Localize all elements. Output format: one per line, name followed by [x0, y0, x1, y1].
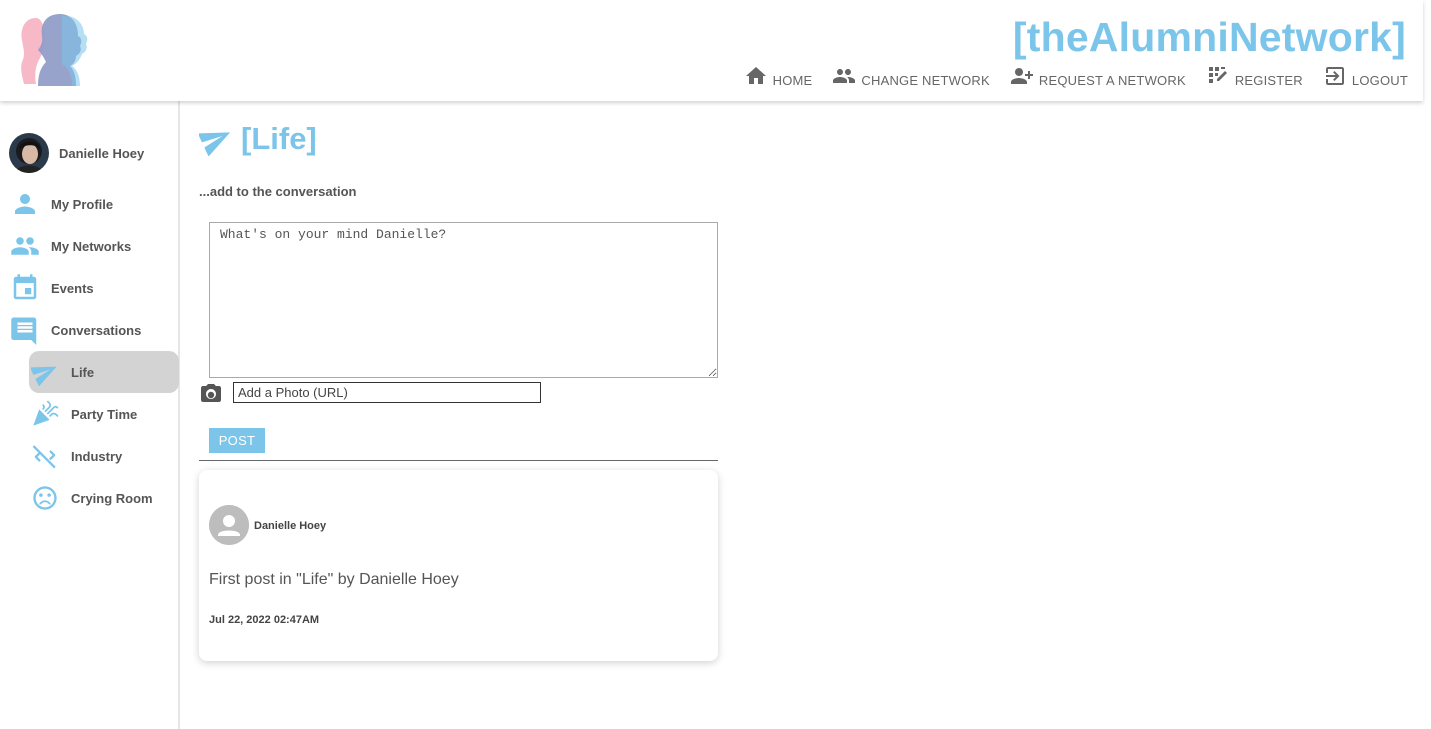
nav-logout[interactable]: LOGOUT — [1323, 64, 1408, 88]
chat-icon — [11, 317, 37, 345]
post-card: Danielle Hoey First post in "Life" by Da… — [199, 470, 718, 661]
sidebar: Danielle Hoey My Profile My Networks Eve… — [0, 101, 180, 729]
header: [theAlumniNetwork] HOME CHANGE NETWORK R… — [0, 0, 1423, 101]
send-icon — [199, 132, 231, 156]
nav-logout-label: LOGOUT — [1351, 73, 1408, 88]
no-tools-icon — [32, 445, 56, 469]
register-icon — [1208, 67, 1227, 83]
people-icon — [833, 69, 856, 83]
celebration-icon — [33, 400, 59, 426]
avatar-placeholder-icon[interactable] — [209, 505, 249, 545]
post-date: Jul 22, 2022 02:47AM — [209, 614, 320, 626]
photo-url-input[interactable] — [233, 382, 541, 403]
sidebar-subitem-label: Party Time — [71, 406, 138, 422]
sidebar-subitem-party-time[interactable]: Party Time — [29, 393, 179, 435]
post-author[interactable]: Danielle Hoey — [254, 520, 326, 532]
sad-face-icon — [33, 486, 57, 510]
nav-home[interactable]: HOME — [744, 64, 813, 88]
person-add-icon — [1010, 68, 1033, 84]
person-icon — [15, 194, 35, 214]
divider — [199, 460, 718, 461]
post-text: First post in "Life" by Danielle Hoey — [209, 571, 459, 588]
sidebar-item-label: Events — [51, 280, 94, 296]
compose-subtitle: ...add to the conversation — [199, 184, 357, 199]
sidebar-item-events[interactable]: Events — [10, 273, 94, 303]
logout-icon — [1325, 67, 1344, 85]
sidebar-subitem-industry[interactable]: Industry — [29, 435, 179, 477]
nav-request-network-label: REQUEST A NETWORK — [1038, 73, 1186, 88]
sidebar-item-conversations[interactable]: Conversations — [10, 315, 141, 345]
page-title: [Life] — [199, 121, 317, 157]
nav-request-network[interactable]: REQUEST A NETWORK — [1010, 64, 1186, 88]
sidebar-item-label: Conversations — [51, 322, 142, 338]
sidebar-subitem-label: Life — [71, 364, 95, 380]
sidebar-user-name: Danielle Hoey — [59, 145, 145, 161]
post-button[interactable]: POST — [209, 428, 265, 453]
send-icon — [31, 366, 57, 386]
nav-register[interactable]: REGISTER — [1206, 64, 1303, 88]
sidebar-item-label: My Networks — [51, 238, 132, 254]
avatar[interactable] — [9, 133, 49, 173]
nav-register-label: REGISTER — [1234, 73, 1303, 88]
home-icon — [745, 67, 766, 84]
post-textarea[interactable] — [209, 222, 718, 378]
sidebar-subitem-crying-room[interactable]: Crying Room — [29, 477, 179, 519]
sidebar-item-my-networks[interactable]: My Networks — [10, 231, 131, 261]
calendar-icon — [13, 274, 37, 300]
alumni-logo[interactable] — [16, 12, 92, 88]
nav-change-network[interactable]: CHANGE NETWORK — [832, 64, 990, 88]
sidebar-profile[interactable]: Danielle Hoey — [9, 133, 144, 173]
nav-home-label: HOME — [772, 73, 813, 88]
sidebar-subitem-label: Crying Room — [71, 490, 153, 506]
nav-change-network-label: CHANGE NETWORK — [861, 73, 990, 88]
people-icon — [11, 237, 39, 255]
top-nav: HOME CHANGE NETWORK REQUEST A NETWORK RE… — [724, 60, 1408, 88]
sidebar-item-label: My Profile — [51, 196, 114, 212]
sidebar-item-my-profile[interactable]: My Profile — [10, 189, 113, 219]
sidebar-subitem-life[interactable]: Life — [29, 351, 179, 393]
sidebar-subitem-label: Industry — [71, 448, 123, 464]
camera-icon[interactable] — [199, 382, 223, 406]
brand-title: [theAlumniNetwork] — [1012, 14, 1406, 60]
page-title-text: [Life] — [241, 121, 317, 156]
